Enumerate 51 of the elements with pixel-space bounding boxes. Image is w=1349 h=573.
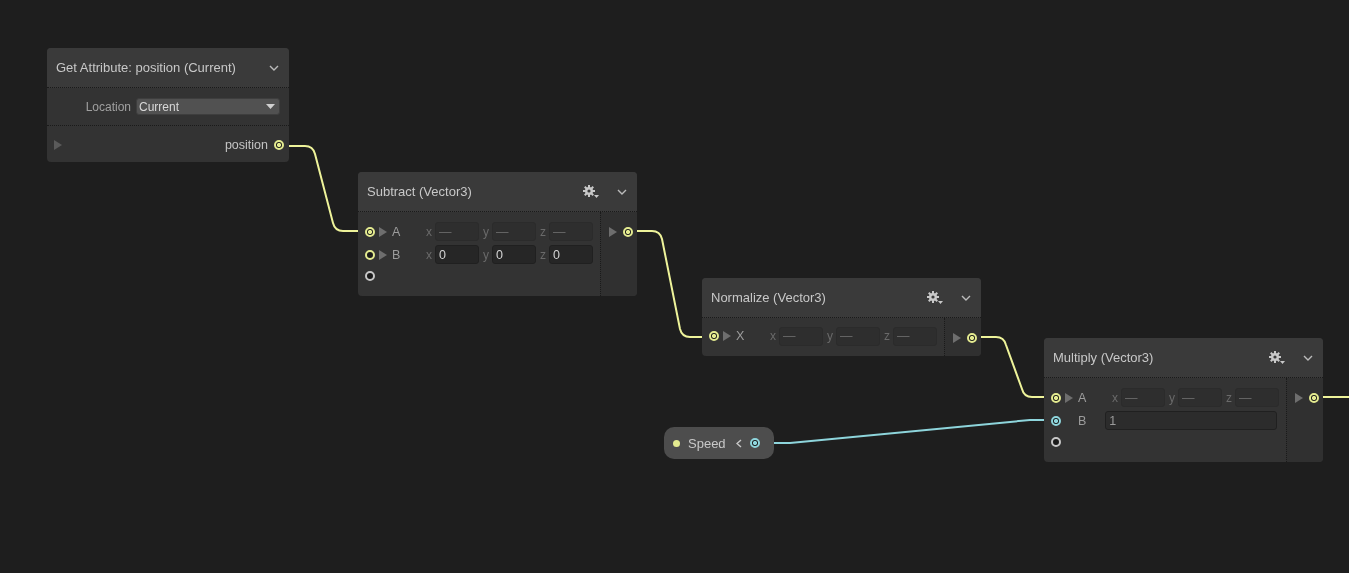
expand-icon[interactable] xyxy=(609,226,617,237)
value-field[interactable]: 1 xyxy=(1105,411,1278,430)
port-label: B xyxy=(1078,413,1087,428)
input-port[interactable] xyxy=(365,226,375,237)
node-title: Subtract (Vector3) xyxy=(367,184,473,199)
expand-icon[interactable] xyxy=(953,332,961,343)
port-label: position xyxy=(224,138,268,152)
parameter-node[interactable]: Speed xyxy=(664,427,774,459)
input-port[interactable] xyxy=(365,249,375,260)
port-label: X xyxy=(736,329,745,343)
node-title: Normalize (Vector3) xyxy=(711,290,827,305)
settings-icon[interactable] xyxy=(1269,350,1285,365)
location-dropdown[interactable]: Current xyxy=(136,98,280,115)
expand-icon[interactable] xyxy=(723,331,731,341)
node-header[interactable]: Normalize (Vector3) xyxy=(702,278,981,318)
node-header[interactable]: Subtract (Vector3) xyxy=(358,172,637,212)
settings-icon[interactable] xyxy=(583,184,599,199)
port-label: B xyxy=(392,247,401,262)
chevron-down-icon[interactable] xyxy=(1303,354,1313,361)
port-label: A xyxy=(392,224,401,239)
node-header[interactable]: Multiply (Vector3) xyxy=(1044,338,1323,378)
output-port[interactable] xyxy=(1309,392,1319,403)
node-title: Multiply (Vector3) xyxy=(1053,350,1155,365)
output-port[interactable] xyxy=(274,140,284,150)
chevron-down-icon[interactable] xyxy=(617,188,627,195)
location-label: Location xyxy=(85,99,131,114)
value-field[interactable]: 0 xyxy=(549,245,593,264)
port-label: A xyxy=(1078,390,1087,405)
caret-icon xyxy=(266,104,275,109)
input-port[interactable] xyxy=(365,271,375,281)
parameter-label: Speed xyxy=(688,435,726,451)
chevron-left-icon[interactable] xyxy=(735,438,742,448)
node-header[interactable]: Get Attribute: position (Current) xyxy=(47,48,289,88)
output-port[interactable] xyxy=(749,438,760,448)
value-field[interactable]: 0 xyxy=(435,245,479,264)
chevron-down-icon[interactable] xyxy=(269,64,279,71)
input-port[interactable] xyxy=(1051,437,1061,447)
settings-icon[interactable] xyxy=(927,290,943,305)
chevron-down-icon[interactable] xyxy=(961,294,971,301)
node-title: Get Attribute: position (Current) xyxy=(56,60,237,75)
connection-wire xyxy=(980,336,1045,398)
input-port[interactable] xyxy=(1051,415,1061,426)
node-card[interactable]: Get Attribute: position (Current) Location Current position xyxy=(47,48,289,162)
connection-wire xyxy=(1322,396,1349,398)
input-port[interactable] xyxy=(1051,392,1061,403)
output-port[interactable] xyxy=(623,226,633,237)
value-field[interactable]: 0 xyxy=(492,245,536,264)
expand-icon[interactable] xyxy=(1295,392,1303,403)
output-port[interactable] xyxy=(967,332,977,343)
exposed-dot-icon xyxy=(673,439,680,447)
input-port[interactable] xyxy=(709,331,719,341)
